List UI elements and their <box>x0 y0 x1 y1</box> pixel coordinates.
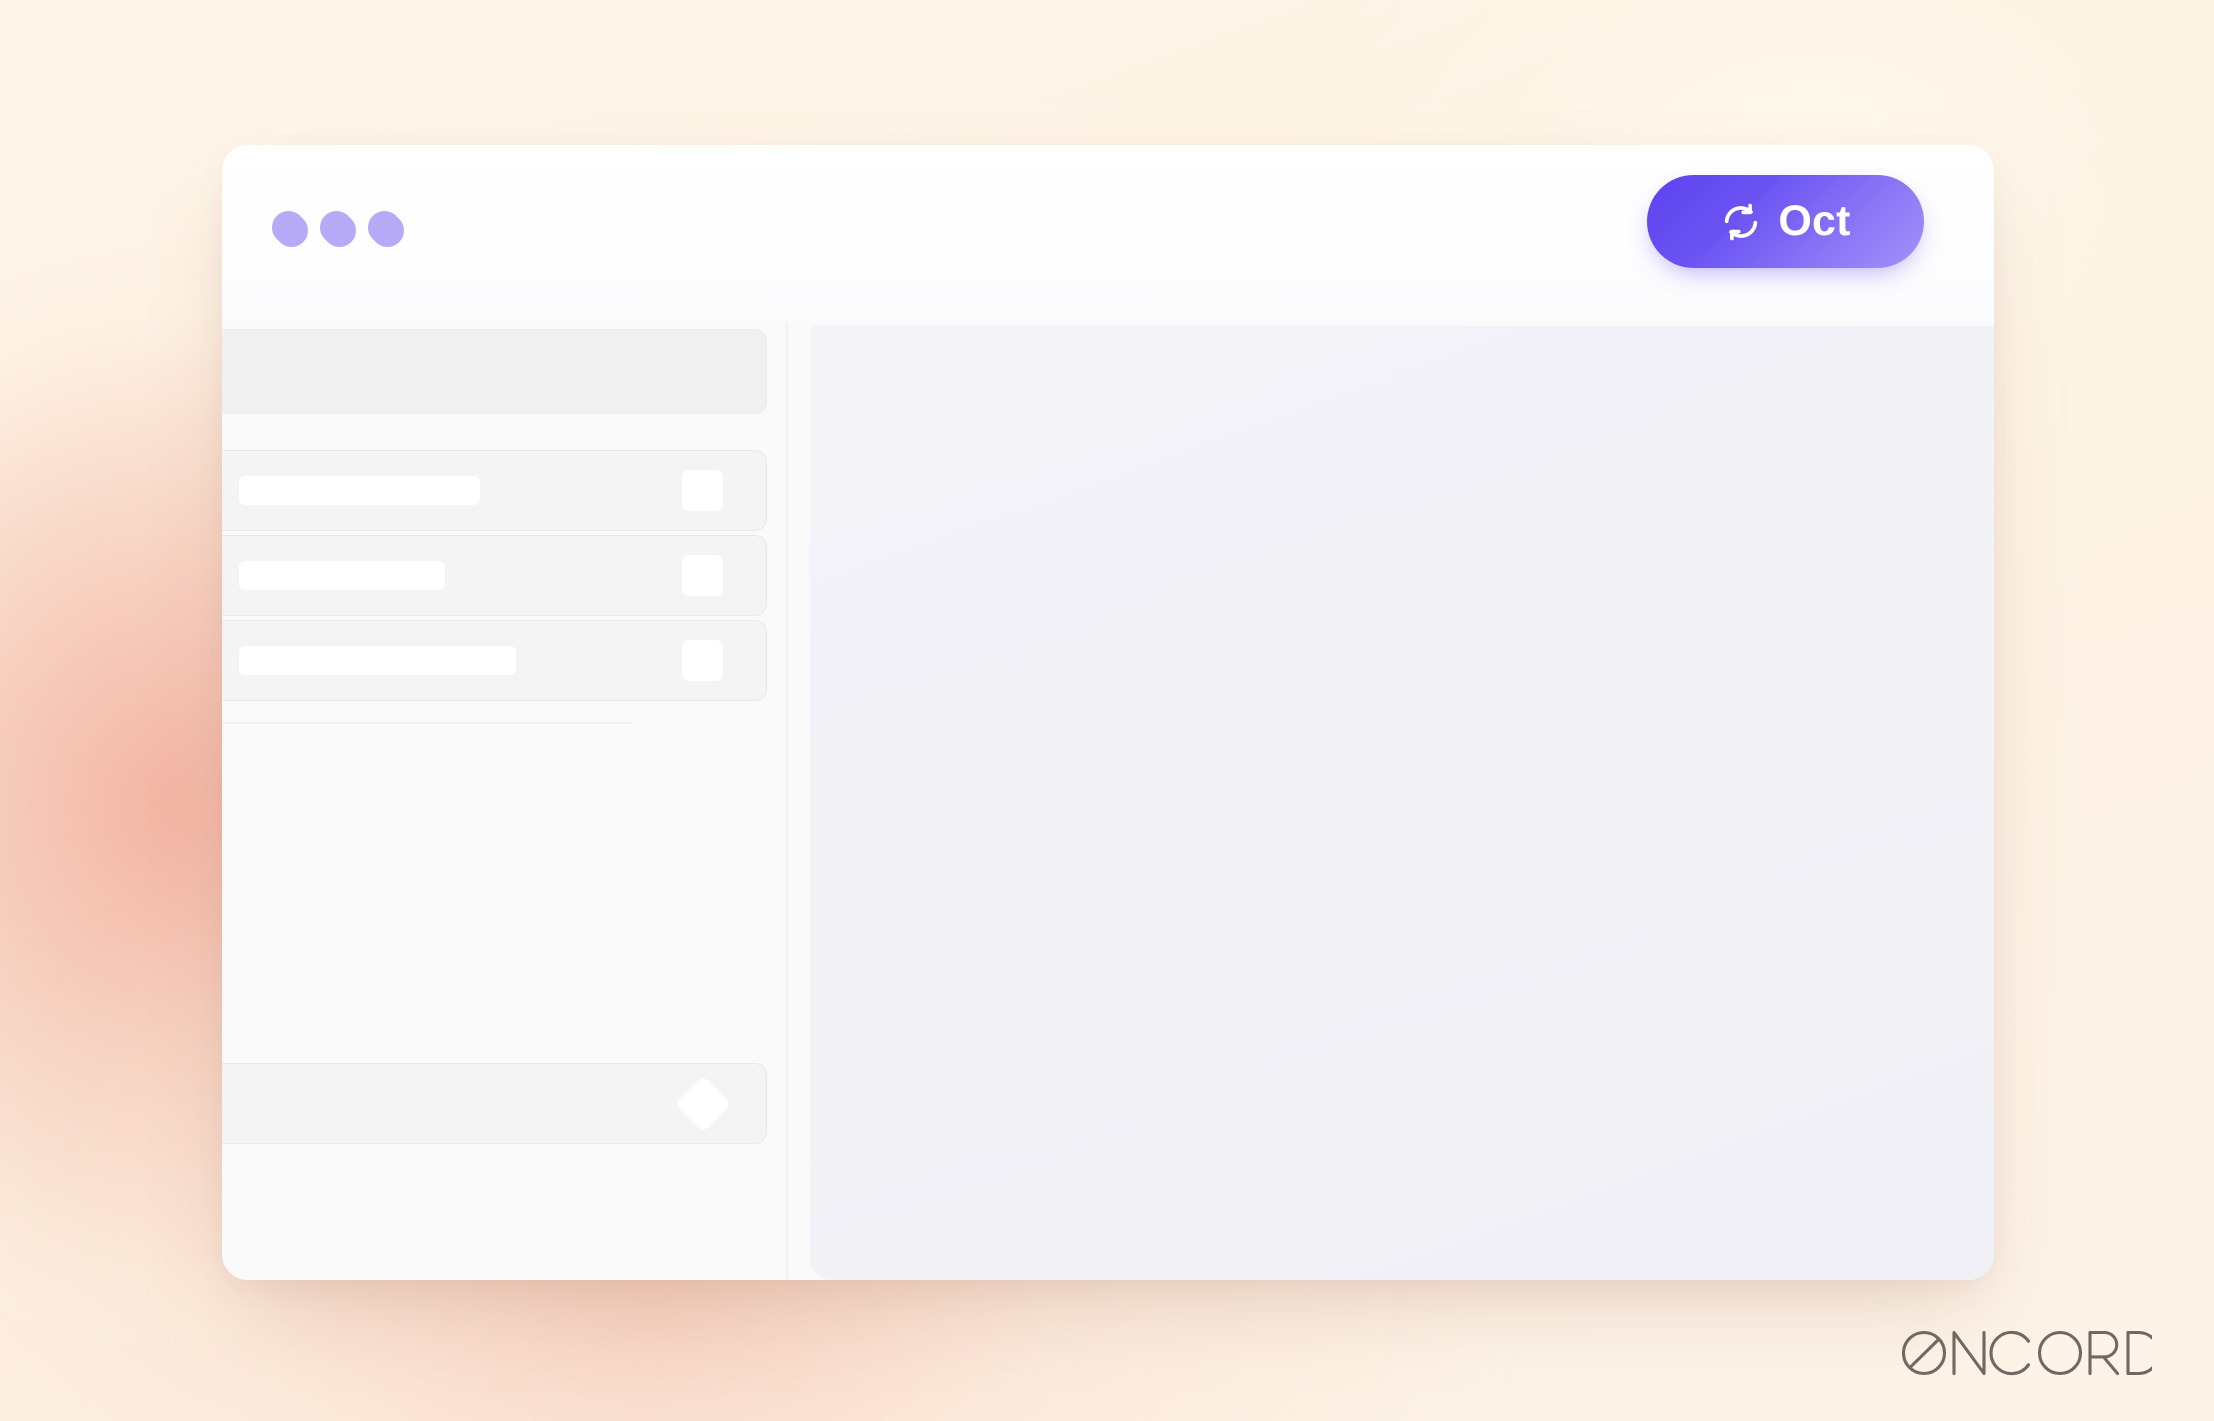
sync-month-button[interactable]: Oct <box>1647 175 1924 268</box>
diamond-icon <box>674 1075 732 1132</box>
sidebar-row-2-title-placeholder <box>239 561 445 590</box>
sync-month-label: Oct <box>1778 197 1851 245</box>
window-minimize-dot[interactable] <box>320 211 353 244</box>
sidebar-footer-placeholder[interactable] <box>222 1063 767 1144</box>
app-window: Oct <box>222 145 1994 1280</box>
sidebar-panel-stack <box>222 322 767 701</box>
sidebar <box>222 322 788 1280</box>
sidebar-row-1-badge-placeholder <box>682 470 723 511</box>
sidebar-row-3-title-placeholder <box>239 646 516 675</box>
sidebar-row-1-title-placeholder <box>239 476 480 505</box>
refresh-sync-icon <box>1725 203 1758 240</box>
main-content <box>790 322 1994 1280</box>
sidebar-header-placeholder[interactable] <box>222 329 767 414</box>
encord-wordmark-icon <box>1902 1330 2152 1376</box>
window-close-dot[interactable] <box>272 211 305 244</box>
window-body <box>222 322 1994 1280</box>
main-content-surface[interactable] <box>810 326 1994 1280</box>
sidebar-row-2[interactable] <box>222 535 767 616</box>
window-titlebar: Oct <box>222 145 1994 322</box>
sidebar-row-3-badge-placeholder <box>682 640 723 681</box>
window-controls <box>272 211 401 244</box>
window-maximize-dot[interactable] <box>368 211 401 244</box>
sidebar-row-3[interactable] <box>222 620 767 701</box>
sidebar-row-2-badge-placeholder <box>682 555 723 596</box>
encord-logo <box>1902 1327 2152 1379</box>
sidebar-divider <box>222 722 633 724</box>
page-stage: Oct <box>0 0 2214 1421</box>
sidebar-row-1[interactable] <box>222 450 767 531</box>
